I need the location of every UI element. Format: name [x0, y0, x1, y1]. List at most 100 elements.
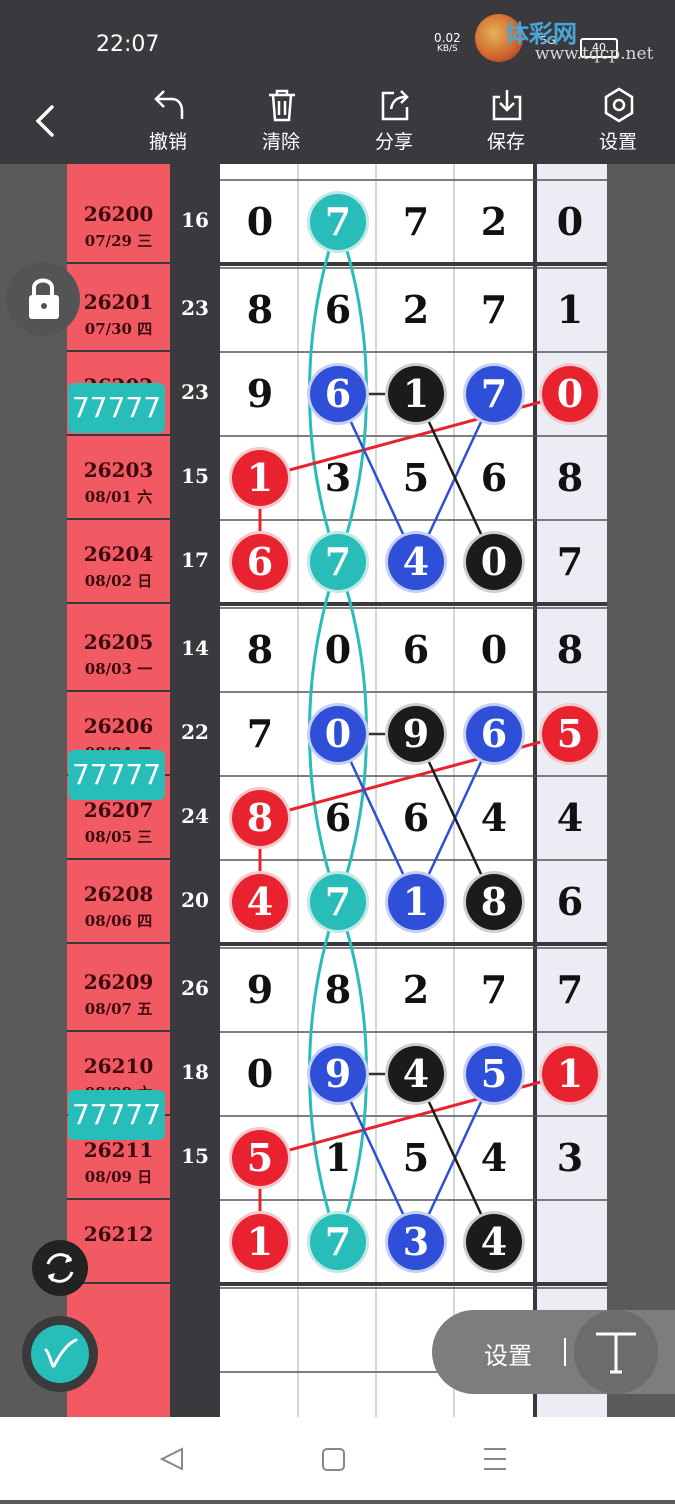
digit-cell[interactable]: 2	[466, 194, 522, 250]
red-marked-digit[interactable]: 1	[542, 1046, 598, 1102]
period-date: 08/02 日	[84, 572, 153, 590]
period-number: 26208	[83, 882, 154, 906]
red-marked-digit[interactable]: 8	[232, 790, 288, 846]
blue-marked-digit[interactable]: 0	[310, 706, 366, 762]
red-marked-digit[interactable]: 0	[542, 366, 598, 422]
black-marked-digit[interactable]: 8	[466, 874, 522, 930]
digit-cell[interactable]: 6	[542, 874, 598, 930]
digit-cell[interactable]: 2	[388, 282, 444, 338]
digit-cell[interactable]: 8	[232, 622, 288, 678]
undo-button[interactable]: 撤销	[128, 85, 208, 164]
digit-cell[interactable]: 6	[466, 450, 522, 506]
red-marked-digit[interactable]: 4	[232, 874, 288, 930]
digit-cell[interactable]: 4	[466, 1130, 522, 1186]
digit-cell[interactable]: 7	[232, 706, 288, 762]
digit-cell[interactable]: 8	[232, 282, 288, 338]
back-button[interactable]	[30, 101, 60, 141]
red-marked-digit[interactable]: 5	[542, 706, 598, 762]
digit-cell[interactable]: 4	[542, 790, 598, 846]
teal-marked-digit[interactable]: 7	[310, 194, 366, 250]
digit-cell[interactable]: 6	[388, 790, 444, 846]
nav-menu-icon[interactable]	[484, 1448, 506, 1470]
save-label: 保存	[486, 131, 525, 153]
text-tool-button[interactable]	[574, 1310, 658, 1394]
teal-marked-digit[interactable]: 7	[310, 1214, 366, 1270]
digit-cell[interactable]: 1	[542, 282, 598, 338]
sum-value: 22	[181, 720, 209, 744]
pen-button[interactable]	[22, 1316, 98, 1392]
blue-marked-digit[interactable]: 6	[466, 706, 522, 762]
nav-back-icon[interactable]	[159, 1447, 183, 1471]
red-marked-digit[interactable]: 6	[232, 534, 288, 590]
network-speed: 0.02 KB/S	[434, 32, 461, 55]
lock-button[interactable]	[6, 262, 80, 336]
teal-marked-digit[interactable]: 7	[310, 534, 366, 590]
digit-cell[interactable]: 0	[232, 194, 288, 250]
blue-marked-digit[interactable]: 9	[310, 1046, 366, 1102]
digit-cell[interactable]: 2	[388, 962, 444, 1018]
digit-cell[interactable]: 3	[542, 1130, 598, 1186]
sum-value: 24	[181, 804, 209, 828]
black-marked-digit[interactable]: 1	[388, 366, 444, 422]
black-marked-digit[interactable]: 4	[466, 1214, 522, 1270]
black-marked-digit[interactable]: 0	[466, 534, 522, 590]
digit-cell[interactable]: 7	[542, 962, 598, 1018]
digit-cell[interactable]: 8	[542, 622, 598, 678]
digit-cell[interactable]	[542, 1214, 598, 1270]
digit-cell[interactable]: 5	[388, 450, 444, 506]
settings-pill-label: 设置	[484, 1342, 532, 1370]
blue-marked-digit[interactable]: 1	[388, 874, 444, 930]
digit-cell[interactable]: 3	[310, 450, 366, 506]
black-marked-digit[interactable]: 4	[388, 1046, 444, 1102]
save-button[interactable]: 保存	[466, 85, 546, 164]
digit-cell[interactable]: 7	[542, 534, 598, 590]
digit-cell[interactable]: 9	[232, 962, 288, 1018]
sum-column	[170, 164, 220, 1417]
blue-marked-digit[interactable]: 4	[388, 534, 444, 590]
blue-marked-digit[interactable]: 7	[466, 366, 522, 422]
highlight-badge[interactable]: 77777	[68, 750, 165, 800]
rotate-button[interactable]	[32, 1240, 88, 1296]
digit-cell[interactable]: 6	[388, 622, 444, 678]
red-marked-digit[interactable]: 1	[232, 450, 288, 506]
digit-cell[interactable]: 0	[232, 1046, 288, 1102]
period-number: 26204	[83, 542, 154, 566]
blue-marked-digit[interactable]: 3	[388, 1214, 444, 1270]
black-marked-digit[interactable]: 9	[388, 706, 444, 762]
highlight-badge[interactable]: 77777	[68, 1090, 165, 1140]
digit-cell[interactable]: 8	[542, 450, 598, 506]
blue-marked-digit[interactable]: 6	[310, 366, 366, 422]
row-separator	[67, 602, 170, 604]
period-number: 26207	[83, 798, 154, 822]
period-number: 26210	[83, 1054, 154, 1078]
red-marked-digit[interactable]: 1	[232, 1214, 288, 1270]
digit-cell[interactable]: 0	[542, 194, 598, 250]
period-number: 26206	[83, 714, 154, 738]
digit-cell[interactable]: 0	[310, 622, 366, 678]
refresh-icon	[46, 1253, 74, 1283]
blue-marked-digit[interactable]: 5	[466, 1046, 522, 1102]
digit-cell[interactable]: 0	[466, 622, 522, 678]
digit-cell[interactable]: 5	[388, 1130, 444, 1186]
share-button[interactable]: 分享	[354, 85, 434, 164]
watermark-url: www.tqcp.net	[535, 44, 654, 64]
digit-cell[interactable]: 1	[310, 1130, 366, 1186]
digit-cell[interactable]: 6	[310, 790, 366, 846]
clear-button[interactable]: 清除	[241, 85, 321, 164]
digit-cell[interactable]: 7	[466, 962, 522, 1018]
digit-cell[interactable]: 8	[310, 962, 366, 1018]
settings-button[interactable]: 设置	[578, 85, 658, 164]
digit-cell[interactable]: 9	[232, 366, 288, 422]
digit-cell[interactable]: 6	[310, 282, 366, 338]
highlight-badge[interactable]: 77777	[68, 383, 165, 433]
settings-pill[interactable]: 设置	[432, 1310, 675, 1394]
digit-cell[interactable]: 7	[388, 194, 444, 250]
period-date: 08/06 四	[84, 912, 153, 930]
nav-home-icon[interactable]	[322, 1448, 345, 1471]
teal-marked-digit[interactable]: 7	[310, 874, 366, 930]
status-time: 22:07	[96, 32, 160, 57]
red-marked-digit[interactable]: 5	[232, 1130, 288, 1186]
digit-cell[interactable]: 7	[466, 282, 522, 338]
period-number: 26205	[83, 630, 154, 654]
digit-cell[interactable]: 4	[466, 790, 522, 846]
